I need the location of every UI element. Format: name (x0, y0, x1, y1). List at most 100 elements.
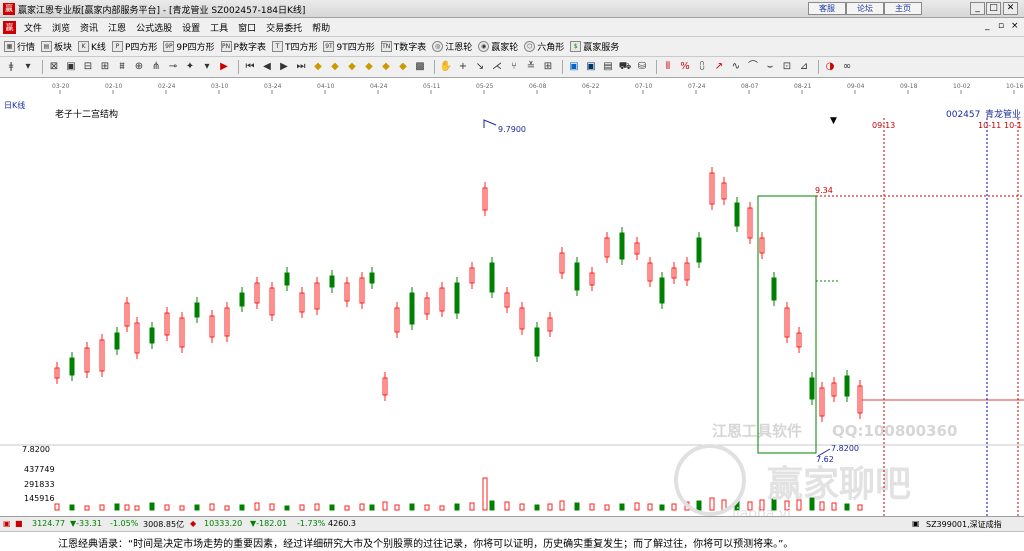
first-icon[interactable]: ⏮ (243, 60, 257, 74)
shift-left-icon[interactable]: ◆ (379, 60, 393, 74)
customer-service-button[interactable]: 客服 (808, 2, 846, 15)
bars-icon[interactable]: ⫴ (661, 60, 675, 74)
toolbar-9p-square-button[interactable]: 9P 9P四方形 (163, 40, 215, 53)
date-tick-label: 06-22 (582, 83, 600, 90)
toolbar-9t-square-button[interactable]: 9T 9T四方形 (323, 40, 375, 53)
fan-icon[interactable]: ≚ (524, 60, 538, 74)
mdi-close-icon[interactable]: × (1011, 21, 1019, 31)
dropdown-arrow-icon[interactable]: ▾ (21, 60, 35, 74)
forum-button[interactable]: 论坛 (846, 2, 884, 15)
menu-help[interactable]: 帮助 (307, 21, 335, 34)
indicator-dropdown-icon[interactable]: ▼ (830, 116, 837, 126)
dropdown-arrow-icon[interactable]: ▾ (200, 60, 214, 74)
draw-tool-icon[interactable]: ✦ (183, 60, 197, 74)
box-icon[interactable]: ⊡ (780, 60, 794, 74)
shift-down-icon[interactable]: ◆ (362, 60, 376, 74)
status-right-text: SZ399001,深证成指 (926, 520, 1002, 529)
wave-icon[interactable]: ∿ (729, 60, 743, 74)
kline-chart-panel[interactable]: 03-20 02-10 02-24 03-10 03-24 04-10 04-24 05-11… (0, 78, 1024, 516)
line-icon[interactable]: ↘ (473, 60, 487, 74)
cursor-icon[interactable]: ǂ (4, 60, 18, 74)
next-icon[interactable]: ▶ (277, 60, 291, 74)
toolbar-label: 赢家服务 (583, 43, 620, 53)
menu-trade[interactable]: 交易委托 (261, 21, 307, 34)
draw-tool-icon[interactable]: ⊠ (47, 60, 61, 74)
prev-icon[interactable]: ◀ (260, 60, 274, 74)
fork-icon[interactable]: ⑂ (507, 60, 521, 74)
volume-bar (709, 497, 715, 511)
menu-formula-select[interactable]: 公式选股 (131, 21, 177, 34)
menu-info[interactable]: 资讯 (75, 21, 103, 34)
shift-right-icon[interactable]: ◆ (396, 60, 410, 74)
shift-up-icon[interactable]: ◆ (345, 60, 359, 74)
toolbar-gann-wheel-button[interactable]: ◎ 江恩轮 (432, 40, 472, 53)
infinity-icon[interactable]: ∞ (840, 60, 854, 74)
draw-tool-icon[interactable]: ⩩ (115, 60, 129, 74)
volume-bar (382, 501, 388, 511)
sh-market-icon[interactable]: ▣ (3, 519, 11, 528)
draw-tool-icon[interactable]: ⊸ (166, 60, 180, 74)
angle-icon[interactable]: ⋌ (490, 60, 504, 74)
measure-icon[interactable]: ⊿ (797, 60, 811, 74)
volume-bar (439, 505, 445, 511)
date-label: 10-11 (978, 121, 1001, 130)
toolbar-p-table-button[interactable]: PN P数字表 (220, 40, 266, 53)
toolbar-p-square-button[interactable]: P P四方形 (111, 40, 157, 53)
drawing-toolbar: ǂ ▾ ⊠ ▣ ⊟ ⊞ ⩩ ⊕ ⋔ ⊸ ✦ ▾ ▶ ⏮ ◀ ▶ ⏭ ◆ ◆ ◆ … (0, 57, 1024, 78)
indicator-icon[interactable]: ⩇ (695, 60, 709, 74)
window-title: 赢家江恩专业版[赢家内部服务平台] - [青龙管业 SZ002457-184日K… (18, 6, 306, 16)
hat-icon[interactable]: ⛁ (635, 60, 649, 74)
draw-tool-icon[interactable]: ⊟ (81, 60, 95, 74)
minimize-icon[interactable]: _ (970, 2, 985, 15)
slash-icon[interactable]: % (678, 60, 692, 74)
color-icon[interactable]: ◑ (823, 60, 837, 74)
panel-icon[interactable]: ▣ (567, 60, 581, 74)
save-icon[interactable]: ▣ (584, 60, 598, 74)
mdi-restore-icon[interactable]: ▫ (998, 21, 1004, 31)
volume-bar (299, 504, 305, 511)
volume-bar (254, 502, 260, 511)
pattern-icon[interactable]: ▩ (413, 60, 427, 74)
toolbar-quotes-button[interactable]: ▦ 行情 (4, 40, 35, 53)
toolbar-hexagon-button[interactable]: ⬡ 六角形 (524, 40, 564, 53)
menu-browse[interactable]: 浏览 (47, 21, 75, 34)
toolbar-t-square-button[interactable]: T T四方形 (271, 40, 317, 53)
toolbar-sectors-button[interactable]: ▤ 板块 (41, 40, 72, 53)
toolbar-service-button[interactable]: $ 赢家服务 (570, 40, 619, 53)
arc-icon[interactable]: ⌒ (746, 60, 760, 74)
toolbar-winner-wheel-button[interactable]: ◉ 赢家轮 (478, 40, 518, 53)
kline-chart[interactable]: 03-20 02-10 02-24 03-10 03-24 04-10 04-24 05-11… (0, 78, 1024, 516)
crosshair-icon[interactable]: + (456, 60, 470, 74)
curve-icon[interactable]: ⌣ (763, 60, 777, 74)
maximize-icon[interactable]: □ (986, 2, 1001, 15)
zoom-out-icon[interactable]: ◆ (328, 60, 342, 74)
close-icon[interactable]: ✕ (1003, 2, 1018, 15)
zoom-in-icon[interactable]: ◆ (311, 60, 325, 74)
menu-settings[interactable]: 设置 (177, 21, 205, 34)
trend-icon[interactable]: ↗ (712, 60, 726, 74)
car-icon[interactable]: ⛟ (618, 60, 632, 74)
main-toolbar: ▦ 行情 ▤ 板块 K K线 P P四方形 9P 9P四方形 PN P数字表 T T四方形 9… (0, 37, 1024, 57)
volume-bar (574, 502, 580, 511)
draw-tool-icon[interactable]: ▣ (64, 60, 78, 74)
blocks-icon: ▤ (41, 41, 53, 52)
menu-window[interactable]: 窗口 (233, 21, 261, 34)
toolbar-kline-button[interactable]: K K线 (78, 40, 106, 53)
print-icon[interactable]: ▤ (601, 60, 615, 74)
flag-icon[interactable]: ▶ (217, 60, 231, 74)
draw-tool-icon[interactable]: ⊕ (132, 60, 146, 74)
homepage-button[interactable]: 主页 (884, 2, 922, 15)
toolbar-t-table-button[interactable]: TN T数字表 (380, 40, 426, 53)
menu-tools[interactable]: 工具 (205, 21, 233, 34)
draw-tool-icon[interactable]: ⊞ (98, 60, 112, 74)
draw-tool-icon[interactable]: ⋔ (149, 60, 163, 74)
menu-gann[interactable]: 江恩 (103, 21, 131, 34)
date-tick-label: 03-20 (52, 83, 70, 90)
menu-file[interactable]: 文件 (19, 21, 47, 34)
grid-tool-icon[interactable]: ⊞ (541, 60, 555, 74)
last-icon[interactable]: ⏭ (294, 60, 308, 74)
volume-bar (489, 500, 495, 511)
mdi-minimize-icon[interactable]: _ (985, 21, 990, 31)
hand-icon[interactable]: ✋ (439, 60, 453, 74)
status-icon: ▣ (912, 519, 920, 528)
